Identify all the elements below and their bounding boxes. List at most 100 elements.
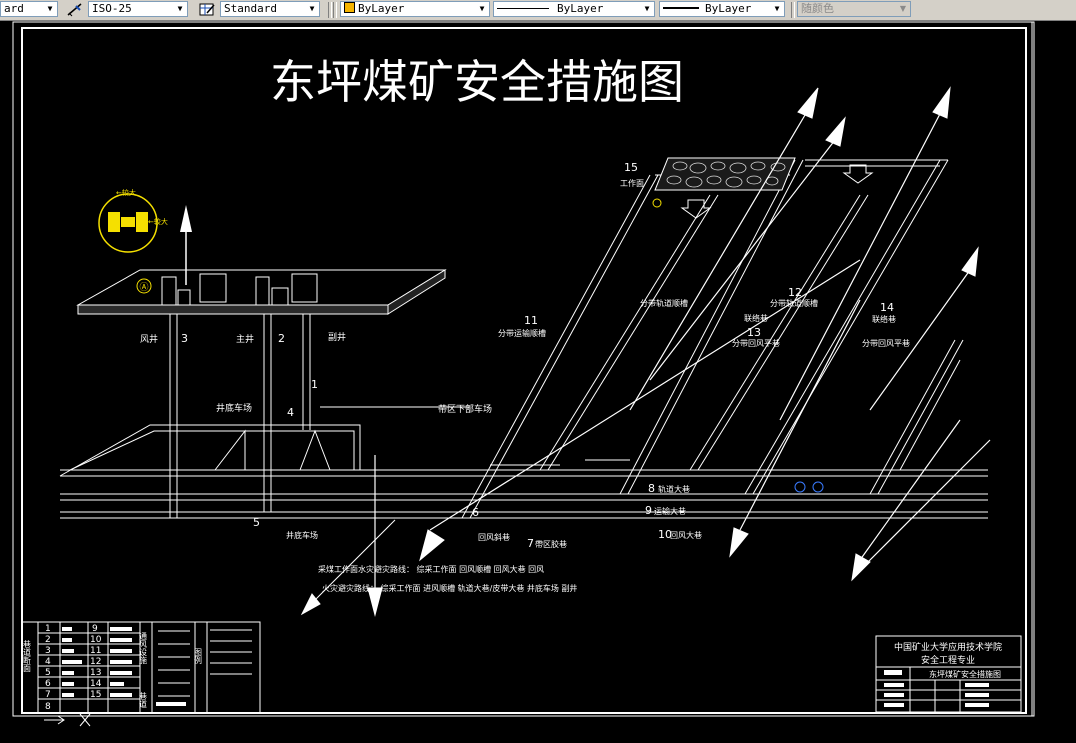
route-water: 采煤工作面水灾避灾路线： 综采工作面 回风顺槽 回风大巷 回风 — [318, 564, 544, 574]
num-7: 7 — [527, 537, 534, 550]
label-belt-lane: 联络巷 — [744, 313, 768, 323]
school-name: 中国矿业大学应用技术学院 — [894, 641, 1002, 653]
legend-table: 1 2 3 4 5 6 7 8 9 10 11 12 13 14 15 巷道断面… — [21, 621, 261, 714]
label-sub-return2: 分带回风平巷 — [862, 339, 910, 348]
num-5: 5 — [253, 516, 260, 529]
legend-num: 6 — [45, 679, 51, 689]
num-4: 4 — [287, 406, 294, 419]
inner-frame — [21, 27, 1027, 714]
legend-num: 11 — [90, 646, 101, 656]
label-sub-return: 分带回风平巷 — [732, 339, 780, 348]
legend-num: 9 — [92, 624, 98, 634]
legend-num: 7 — [45, 690, 51, 700]
legend-num: 2 — [45, 635, 51, 645]
lineweight-dropdown[interactable]: ByLayer ▼ — [659, 1, 785, 17]
num-9: 9 — [645, 504, 652, 517]
svg-text:←较大: ←较大 — [116, 188, 136, 197]
worker-symbol-icon — [652, 198, 662, 208]
toolbar-separator — [328, 2, 332, 18]
title-block: 中国矿业大学应用技术学院 安全工程专业 东坪煤矿安全措施图 — [875, 635, 1022, 713]
drawing-title: 东坪煤矿安全措施图 — [270, 55, 684, 109]
linetype-value: ByLayer — [557, 2, 604, 15]
water-symbol-icon — [794, 481, 824, 493]
label-main-shaft: 主井 — [236, 333, 254, 345]
surface-platform: Ⓐ — [76, 269, 447, 315]
compass-symbol: ←较大 ←较大 — [98, 188, 168, 253]
label-air-shaft: 风井 — [140, 333, 158, 345]
legend-num: 4 — [45, 657, 51, 667]
num-6: 6 — [472, 506, 479, 519]
label-district-belt: 帶区胶巷 — [535, 539, 567, 549]
dim-style-dropdown[interactable]: ISO-25 ▼ — [88, 1, 188, 17]
chevron-down-icon[interactable]: ▼ — [305, 2, 319, 16]
legend-num: 1 — [45, 624, 51, 634]
table-style-value: Standard — [224, 2, 277, 15]
text-style-value: ard — [4, 2, 24, 15]
label-belt-lane2: 联络巷 — [872, 314, 896, 324]
num-12: 12 — [788, 286, 802, 299]
label-track-main: 轨道大巷 — [658, 484, 690, 494]
hazard-label: Ⓐ — [139, 282, 148, 293]
dimension-style-icon[interactable] — [66, 1, 84, 18]
roadway-labels: 分带运输顺槽 分带轨道顺槽 分带轨道顺槽 联络巷 联络巷 分带回风平巷 分带回风… — [286, 298, 910, 549]
table-style-dropdown[interactable]: Standard ▼ — [220, 1, 320, 17]
toolbar-separator — [333, 2, 337, 18]
text-style-dropdown[interactable]: ard ▼ — [0, 1, 58, 17]
num-1: 1 — [311, 378, 318, 391]
num-2: 2 — [278, 332, 285, 345]
legend-col2-header: 通风设施 — [139, 631, 148, 665]
dim-style-value: ISO-25 — [92, 2, 132, 15]
outer-frame — [12, 21, 1035, 717]
label-return-main: 回风大巷 — [670, 530, 702, 540]
airflow-arrows — [300, 86, 991, 617]
major-name: 安全工程专业 — [921, 654, 975, 666]
linetype-sample-icon — [497, 8, 549, 9]
route-fire: 火灾避灾路线： 综采工作面 进风顺槽 轨道大巷/皮带大巷 井底车场 副井 — [322, 583, 577, 593]
north-arrow-icon — [180, 205, 192, 285]
label-transport-main: 运输大巷 — [654, 506, 686, 516]
layer-value: ByLayer — [358, 2, 405, 15]
legend-num: 12 — [90, 657, 101, 667]
linetype-dropdown[interactable]: ByLayer ▼ — [493, 1, 655, 17]
gob-area — [654, 157, 796, 191]
chevron-down-icon[interactable]: ▼ — [640, 2, 654, 16]
legend-num: 5 — [45, 668, 51, 678]
legend-col3-header: 图例 — [194, 648, 203, 665]
label-return-slope: 回风斜巷 — [478, 532, 510, 542]
plot-style-value: 随颜色 — [801, 2, 834, 15]
chevron-down-icon[interactable]: ▼ — [43, 2, 57, 16]
label-sub-track-up: 分带轨道顺槽 — [640, 298, 688, 308]
num-15: 15 — [624, 161, 638, 174]
properties-toolbar: ard ▼ ISO-25 ▼ Standard ▼ ByLayer ▼ ByLa… — [0, 0, 1076, 21]
legend-side-label: 巷道断面 — [23, 640, 32, 673]
label-work-face: 工作面 — [620, 178, 644, 188]
label-shaft-yard-small: 井底车场 — [286, 530, 318, 540]
legend-num: 15 — [90, 690, 101, 700]
chevron-down-icon[interactable]: ▼ — [475, 2, 489, 16]
num-13: 13 — [747, 326, 761, 339]
legend-num: 13 — [90, 668, 101, 678]
cad-drawing: 东坪煤矿安全措施图 ←较大 ←较大 Ⓐ 风井 主井 副井 井底车场 帶区下部车场 — [12, 21, 1035, 727]
legend-num: 3 — [45, 646, 51, 656]
chevron-down-icon[interactable]: ▼ — [896, 2, 910, 16]
chevron-down-icon[interactable]: ▼ — [173, 2, 187, 16]
toolbar-separator — [791, 2, 795, 18]
label-sub-track: 分带运输顺槽 — [498, 328, 546, 338]
label-aux-shaft: 副井 — [328, 331, 346, 343]
layer-dropdown[interactable]: ByLayer ▼ — [340, 1, 490, 17]
num-14: 14 — [880, 301, 894, 314]
drawing-canvas[interactable]: 东坪煤矿安全措施图 ←较大 ←较大 Ⓐ 风井 主井 副井 井底车场 帶区下部车场 — [0, 20, 1076, 739]
flow-arrows-small — [320, 164, 874, 466]
num-11: 11 — [524, 314, 538, 327]
plot-style-dropdown[interactable]: 随颜色 ▼ — [797, 1, 911, 17]
drawing-name: 东坪煤矿安全措施图 — [929, 669, 1001, 679]
chevron-down-icon[interactable]: ▼ — [770, 2, 784, 16]
label-sub-track2: 分带轨道顺槽 — [770, 298, 818, 308]
legend-num: 8 — [45, 702, 51, 712]
lineweight-sample-icon — [663, 7, 699, 9]
color-swatch-icon — [344, 2, 355, 13]
table-style-icon[interactable] — [198, 1, 216, 18]
lineweight-value: ByLayer — [705, 2, 752, 15]
label-shaft-bottom: 井底车场 — [216, 402, 252, 414]
location-numbers: 1 2 3 4 5 6 7 8 9 10 11 12 13 14 15 — [181, 161, 894, 550]
